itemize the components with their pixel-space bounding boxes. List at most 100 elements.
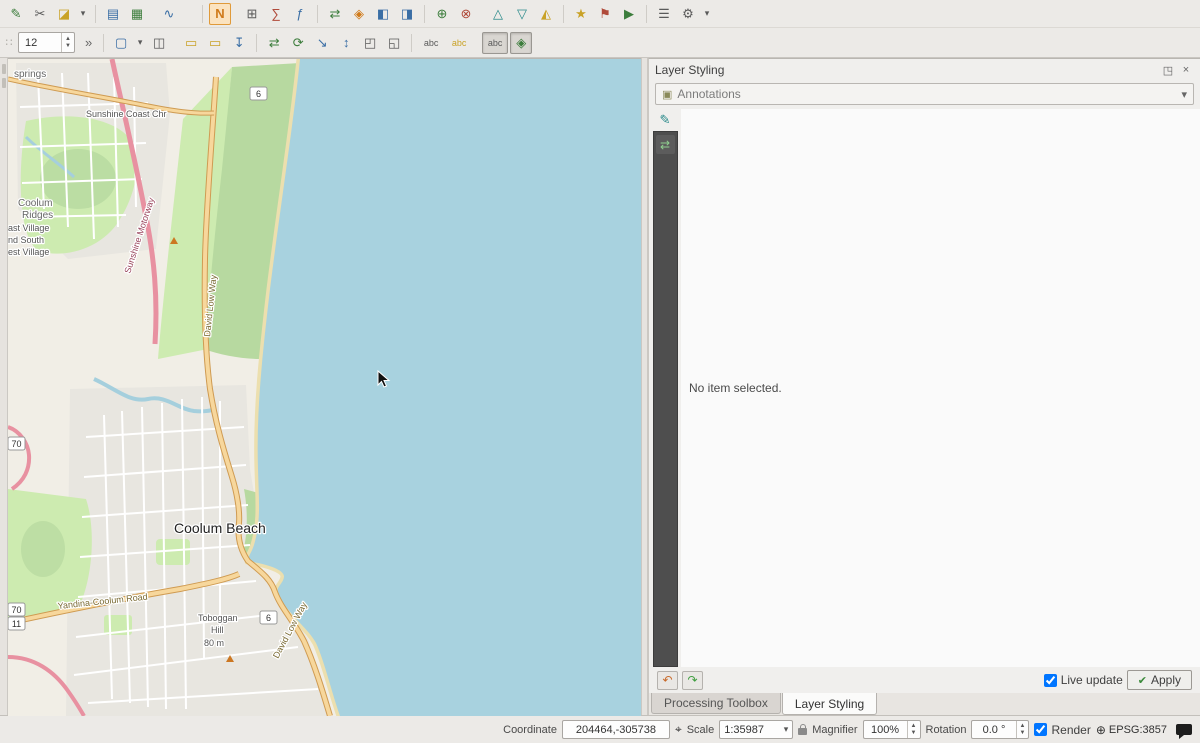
- menu-icon[interactable]: ☰: [653, 3, 675, 25]
- magnifier-label: Magnifier: [812, 724, 857, 736]
- check-icon: ✔: [1138, 674, 1147, 687]
- panel-splitter[interactable]: [641, 58, 648, 715]
- processing-icon[interactable]: ◈: [348, 3, 370, 25]
- panel-header: Layer Styling ◳ ×: [649, 59, 1200, 81]
- magnifier-value: 100%: [864, 724, 907, 736]
- apply-button[interactable]: ✔ Apply: [1127, 670, 1192, 690]
- select-dropdown-icon[interactable]: ▾: [134, 32, 146, 54]
- toolbar-separator: [256, 34, 257, 52]
- ocean: [248, 59, 641, 716]
- redo-button[interactable]: ↷: [682, 671, 703, 690]
- tab-processing-toolbox[interactable]: Processing Toolbox: [651, 693, 781, 714]
- resize-label-icon[interactable]: ↕: [335, 32, 357, 54]
- delete-feature-icon[interactable]: ⊗: [455, 3, 477, 25]
- toolbar-separator: [646, 5, 647, 23]
- panel-title: Layer Styling: [655, 63, 1158, 77]
- scale-combobox[interactable]: 1:35987 ▾: [719, 720, 793, 739]
- styling-tab-bar: ⇄: [653, 131, 678, 667]
- swap-layers-icon[interactable]: ⇄: [324, 3, 346, 25]
- map-label: nd South: [8, 235, 44, 245]
- statistics-icon[interactable]: ∑: [265, 3, 287, 25]
- attribute-table-icon[interactable]: ⊞: [241, 3, 263, 25]
- svg-text:70: 70: [11, 439, 21, 449]
- toolbar-overflow-chevron[interactable]: »: [79, 35, 98, 50]
- add-feature-icon[interactable]: ⊕: [431, 3, 453, 25]
- label-rule-icon[interactable]: ▭: [204, 32, 226, 54]
- rotation-spinbox[interactable]: 0.0 ° ▲▼: [971, 720, 1029, 739]
- svg-text:70: 70: [11, 605, 21, 615]
- measure-line-icon[interactable]: ∿: [158, 3, 180, 25]
- copy-style-icon[interactable]: ◫: [148, 32, 170, 54]
- star-icon[interactable]: ★: [570, 3, 592, 25]
- settings-gear-icon[interactable]: ⚙: [677, 3, 699, 25]
- move-label-icon[interactable]: ⇄: [263, 32, 285, 54]
- style-toggle-icon[interactable]: ◈: [510, 32, 532, 54]
- font-size-spinbox[interactable]: 12 ▲▼: [18, 32, 75, 53]
- map-label: springs: [14, 69, 46, 80]
- dock-tab-bar: Processing Toolbox Layer Styling: [648, 693, 1200, 715]
- layer-styling-panel: Layer Styling ◳ × ▣ Annotations ▾ ✎ ⇄: [648, 58, 1200, 693]
- map-canvas[interactable]: 6 6 70 70 11 sprin: [8, 58, 641, 715]
- new-annotation-icon[interactable]: N: [209, 3, 231, 25]
- toolbar-separator: [95, 5, 96, 23]
- label-icon[interactable]: ▭: [180, 32, 202, 54]
- live-update-checkbox[interactable]: [1044, 674, 1057, 687]
- magnifier-spinbox[interactable]: 100% ▲▼: [863, 720, 921, 739]
- lock-icon[interactable]: [798, 728, 807, 735]
- route-shield: 6: [260, 611, 277, 624]
- rotate-label-icon[interactable]: ⟳: [287, 32, 309, 54]
- coordinate-tracking-icon[interactable]: ⌖: [675, 722, 682, 737]
- select-rectangle-icon[interactable]: ▢: [110, 32, 132, 54]
- color-swatch-icon[interactable]: ◪: [53, 3, 75, 25]
- font-size-spin-arrows[interactable]: ▲▼: [61, 33, 74, 52]
- tab-layer-styling[interactable]: Layer Styling: [782, 693, 877, 715]
- diagram-options-icon[interactable]: ◱: [383, 32, 405, 54]
- route-shield: 6: [250, 87, 267, 100]
- messages-icon[interactable]: [1176, 724, 1192, 735]
- layers-icon[interactable]: ▤: [102, 3, 124, 25]
- coordinate-value: 204464,-305738: [576, 724, 656, 736]
- flag-icon[interactable]: ⚑: [594, 3, 616, 25]
- pin-labels-icon[interactable]: ↧: [228, 32, 250, 54]
- triangle-up-icon[interactable]: △: [487, 3, 509, 25]
- clip-left-icon[interactable]: ◧: [372, 3, 394, 25]
- crs-globe-icon: ⊕: [1096, 723, 1106, 737]
- swatch-dropdown-icon[interactable]: ▾: [77, 3, 89, 25]
- undo-button[interactable]: ↶: [657, 671, 678, 690]
- change-label-toggle-icon[interactable]: abc: [482, 32, 508, 54]
- scissors-icon[interactable]: ✂: [29, 3, 51, 25]
- field-calculator-icon[interactable]: ƒ: [289, 3, 311, 25]
- layer-selector-dropdown[interactable]: ▣ Annotations ▾: [655, 83, 1194, 105]
- offset-label-icon[interactable]: ↘: [311, 32, 333, 54]
- toolbar-row-2: ∷ 12 ▲▼ » ▢ ▾ ◫ ▭ ▭ ↧ ⇄ ⟳ ↘ ↕ ◰ ◱ abc ab…: [0, 28, 1200, 58]
- coordinate-input[interactable]: 204464,-305738: [562, 720, 670, 739]
- run-icon[interactable]: ▶: [618, 3, 640, 25]
- empty-state-text: No item selected.: [689, 381, 782, 395]
- render-checkbox[interactable]: [1034, 723, 1047, 736]
- crs-status[interactable]: ⊕ EPSG:3857: [1096, 723, 1167, 737]
- map-theme-icon[interactable]: ▦: [126, 3, 148, 25]
- undock-icon[interactable]: ◳: [1160, 62, 1176, 78]
- tin-icon[interactable]: ◭: [535, 3, 557, 25]
- diagram-icon[interactable]: ◰: [359, 32, 381, 54]
- rotation-spin-arrows[interactable]: ▲▼: [1016, 721, 1029, 738]
- label-abc-icon[interactable]: abc: [418, 32, 444, 54]
- panel-footer: ↶ ↷ Live update ✔ Apply: [649, 667, 1200, 693]
- map-svg: 6 6 70 70 11 sprin: [8, 59, 641, 716]
- live-update-toggle[interactable]: Live update: [1044, 673, 1123, 687]
- svg-text:6: 6: [266, 613, 271, 623]
- route-shield: 11: [8, 617, 25, 630]
- annotation-edit-icon[interactable]: ✎: [5, 3, 27, 25]
- toolbar-handle[interactable]: ∷: [4, 36, 14, 49]
- label-abc-highlight-icon[interactable]: abc: [446, 32, 472, 54]
- close-icon[interactable]: ×: [1178, 62, 1194, 78]
- magnifier-spin-arrows[interactable]: ▲▼: [907, 721, 920, 738]
- annotation-properties-tab-icon[interactable]: ⇄: [656, 135, 675, 154]
- gear-dropdown-icon[interactable]: ▾: [701, 3, 713, 25]
- route-shield: 70: [8, 437, 25, 450]
- triangle-down-icon[interactable]: ▽: [511, 3, 533, 25]
- clip-right-icon[interactable]: ◨: [396, 3, 418, 25]
- render-toggle[interactable]: Render: [1034, 723, 1090, 737]
- symbology-brush-icon[interactable]: ✎: [655, 111, 675, 129]
- collapsed-panel-edge[interactable]: [0, 58, 8, 715]
